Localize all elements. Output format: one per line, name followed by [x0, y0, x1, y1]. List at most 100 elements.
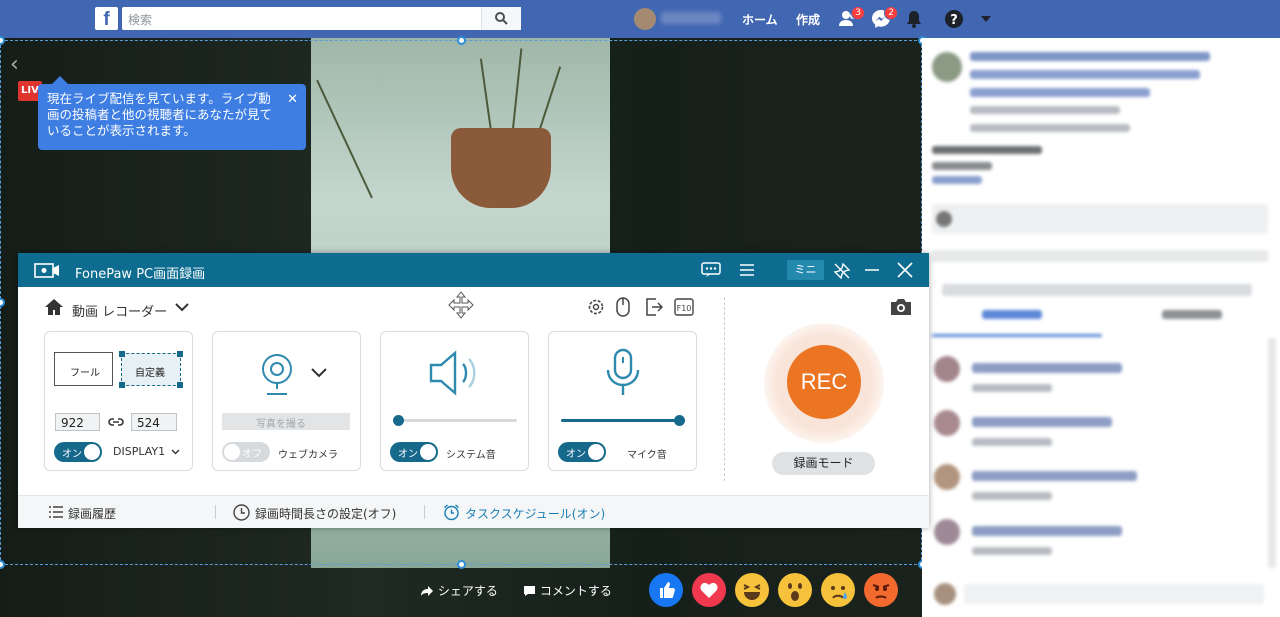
speaker-icon[interactable]: [429, 350, 481, 396]
nav-create-link[interactable]: 作成: [796, 11, 820, 28]
help-icon[interactable]: ?: [944, 9, 964, 29]
svg-text:?: ?: [950, 13, 958, 28]
pin-icon[interactable]: [833, 262, 851, 280]
comment-input[interactable]: [964, 584, 1264, 604]
feedback-chat-icon[interactable]: [701, 262, 721, 278]
blurred-box: [932, 204, 1268, 234]
task-schedule-link[interactable]: タスクスケジュール(オン): [465, 505, 605, 522]
system-volume-slider[interactable]: [393, 415, 517, 426]
history-list-icon: [49, 506, 63, 518]
minimize-icon[interactable]: [864, 262, 880, 278]
camera-screenshot-icon[interactable]: [889, 297, 913, 317]
scrollbar[interactable]: [1268, 338, 1276, 568]
wow-reaction-icon[interactable]: [778, 573, 812, 607]
avatar: [634, 8, 656, 30]
messages-badge: 2: [884, 6, 898, 20]
share-label: シェアする: [437, 584, 498, 598]
blurred-text: [932, 146, 1042, 154]
webcam-icon[interactable]: [259, 352, 295, 396]
messenger-icon[interactable]: 2: [871, 6, 898, 29]
take-photo-button[interactable]: 写真を撮る: [222, 413, 350, 430]
blurred-text: [972, 384, 1052, 392]
recorder-mode-label[interactable]: 動画 レコーダー: [72, 301, 167, 320]
blurred-text: [972, 526, 1122, 536]
record-mode-button[interactable]: 録画モード: [772, 452, 875, 475]
sad-reaction-icon[interactable]: [821, 573, 855, 607]
chevron-down-icon[interactable]: [171, 449, 180, 455]
chevron-down-icon[interactable]: [175, 303, 189, 312]
mic-label: マイク音: [627, 450, 667, 461]
resize-handle[interactable]: [457, 36, 466, 45]
chevron-down-icon[interactable]: [311, 368, 327, 378]
avatar: [934, 583, 956, 605]
facebook-logo-icon[interactable]: f: [95, 7, 118, 30]
slider-knob[interactable]: [393, 415, 404, 426]
system-sound-label: システム音: [446, 450, 496, 461]
profile-link[interactable]: [634, 8, 726, 30]
blurred-text: [970, 88, 1150, 97]
friend-requests-icon[interactable]: 3: [838, 6, 865, 29]
mouse-icon[interactable]: [616, 297, 630, 317]
move-cursor-icon[interactable]: [446, 290, 476, 320]
hotkey-f10-icon[interactable]: F10: [674, 298, 694, 316]
height-input[interactable]: 524: [131, 413, 177, 431]
system-sound-toggle[interactable]: オン: [390, 442, 438, 462]
share-button[interactable]: シェアする: [420, 582, 498, 599]
haha-reaction-icon[interactable]: [735, 573, 769, 607]
blurred-reactions: [932, 250, 1268, 262]
svg-text:F10: F10: [677, 304, 692, 313]
search-icon: [495, 12, 508, 25]
slider-fill: [561, 419, 685, 422]
recording-history-link[interactable]: 録画履歴: [68, 505, 116, 522]
blurred-tab: [982, 310, 1042, 319]
custom-region-option[interactable]: 自定義: [119, 351, 183, 388]
resize-handle[interactable]: [457, 560, 466, 569]
close-icon[interactable]: [897, 262, 913, 278]
friends-badge: 3: [851, 6, 865, 20]
toggle-label: オン: [398, 449, 418, 460]
blurred-text: [972, 417, 1112, 427]
width-value: 922: [61, 416, 84, 430]
slider-knob[interactable]: [674, 415, 685, 426]
blurred-text: [972, 547, 1052, 555]
blurred-text: [970, 52, 1210, 61]
notifications-bell-icon[interactable]: [904, 9, 924, 29]
blurred-tab-underline: [932, 334, 1102, 337]
mic-volume-slider[interactable]: [561, 415, 685, 426]
width-input[interactable]: 922: [55, 413, 100, 431]
display-select[interactable]: DISPLAY1: [113, 445, 165, 458]
account-menu-chevron-icon[interactable]: [979, 9, 999, 29]
menu-icon[interactable]: [739, 262, 755, 278]
export-icon[interactable]: [645, 298, 663, 316]
search-placeholder: 検索: [128, 13, 153, 27]
comment-button[interactable]: コメントする: [523, 582, 612, 599]
divider: [724, 297, 725, 481]
full-screen-option[interactable]: フール: [54, 352, 113, 386]
clock-icon: [233, 504, 250, 521]
like-reaction-icon[interactable]: [649, 573, 683, 607]
home-icon[interactable]: [44, 298, 64, 316]
mic-toggle[interactable]: オン: [558, 442, 606, 462]
mini-mode-button[interactable]: ミニ: [787, 260, 824, 280]
blurred-tab: [1162, 310, 1222, 319]
share-arrow-icon: [421, 586, 433, 596]
toggle-label: オフ: [242, 449, 262, 460]
region-toggle[interactable]: オン: [54, 442, 102, 462]
search-input[interactable]: 検索: [122, 7, 521, 30]
avatar: [932, 52, 962, 82]
alarm-clock-icon: [444, 504, 459, 521]
love-reaction-icon[interactable]: [692, 573, 726, 607]
settings-gear-icon[interactable]: [587, 298, 605, 316]
blurred-text: [932, 162, 992, 170]
microphone-icon[interactable]: [604, 348, 642, 398]
search-button[interactable]: [481, 7, 521, 30]
height-value: 524: [137, 416, 160, 430]
link-aspect-icon[interactable]: [108, 415, 124, 429]
nav-home-link[interactable]: ホーム: [742, 11, 778, 28]
comments-sidebar: [922, 38, 1280, 617]
angry-reaction-icon[interactable]: [864, 573, 898, 607]
rec-button[interactable]: REC: [787, 345, 861, 419]
webcam-toggle[interactable]: オフ: [222, 442, 270, 462]
divider: [424, 505, 425, 519]
record-duration-setting-link[interactable]: 録画時間長さの設定(オフ): [255, 505, 396, 522]
